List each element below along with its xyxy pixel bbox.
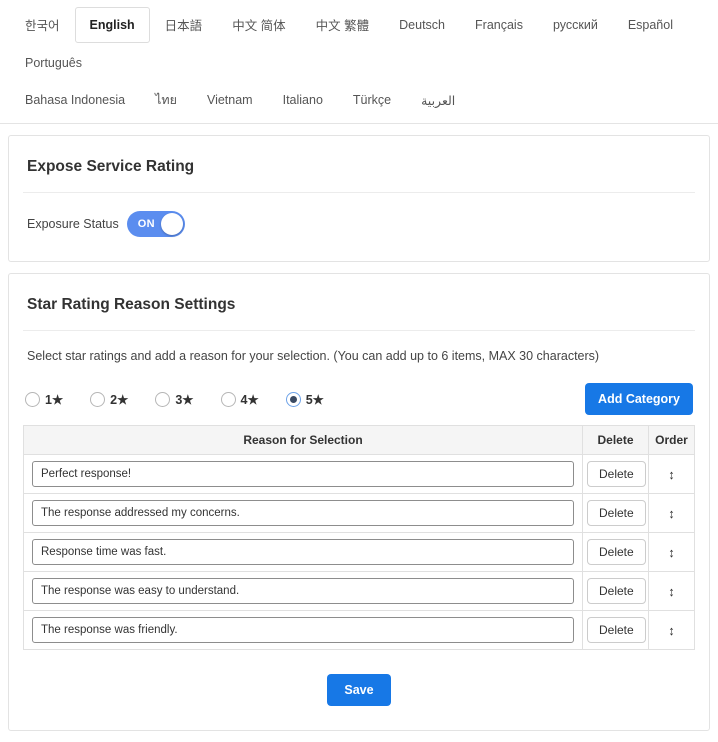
- reason-input-1[interactable]: [32, 461, 574, 487]
- delete-button-4[interactable]: Delete: [587, 578, 646, 604]
- exposure-status-toggle[interactable]: ON: [127, 211, 185, 237]
- card-divider: [23, 330, 695, 331]
- radio-circle-icon: [90, 392, 105, 407]
- radio-circle-icon: [155, 392, 170, 407]
- reason-input-3[interactable]: [32, 539, 574, 565]
- order-drag-handle-icon[interactable]: ↕: [662, 544, 681, 561]
- order-drag-handle-icon[interactable]: ↕: [662, 622, 681, 639]
- header-order: Order: [649, 426, 695, 455]
- tab-chinese-traditional[interactable]: 中文 繁體: [301, 4, 384, 45]
- table-row: Delete ↕: [24, 494, 695, 533]
- card-divider: [23, 192, 695, 193]
- delete-button-2[interactable]: Delete: [587, 500, 646, 526]
- exposure-status-row: Exposure Status ON: [27, 211, 691, 237]
- tab-turkish[interactable]: Türkçe: [338, 84, 406, 120]
- reason-input-5[interactable]: [32, 617, 574, 643]
- tab-korean[interactable]: 한국어: [10, 4, 75, 45]
- radio-5-star-label: 5★: [306, 392, 324, 407]
- table-row: Delete ↕: [24, 533, 695, 572]
- tab-italian[interactable]: Italiano: [268, 84, 338, 120]
- tab-thai[interactable]: ไทย: [140, 81, 192, 123]
- radio-3-star-label: 3★: [175, 392, 193, 407]
- reason-input-2[interactable]: [32, 500, 574, 526]
- tab-english[interactable]: English: [75, 7, 150, 43]
- table-header-row: Reason for Selection Delete Order: [24, 426, 695, 455]
- radio-1-star-label: 1★: [45, 392, 63, 407]
- save-button[interactable]: Save: [327, 674, 390, 706]
- ratings-row: 1★ 2★ 3★ 4★ 5★ Add Category: [25, 383, 693, 415]
- radio-5-star[interactable]: 5★: [286, 392, 324, 407]
- table-row: Delete ↕: [24, 572, 695, 611]
- tab-arabic[interactable]: العربية: [406, 84, 470, 121]
- toggle-knob: [161, 213, 183, 235]
- reason-settings-description: Select star ratings and add a reason for…: [27, 349, 691, 363]
- order-drag-handle-icon[interactable]: ↕: [662, 505, 681, 522]
- radio-2-star[interactable]: 2★: [90, 392, 128, 407]
- language-tabrow-1: 한국어 English 日本語 中文 简体 中文 繁體 Deutsch Fran…: [10, 4, 708, 81]
- expose-service-rating-card: Expose Service Rating Exposure Status ON: [8, 135, 710, 262]
- tab-german[interactable]: Deutsch: [384, 7, 460, 43]
- order-drag-handle-icon[interactable]: ↕: [662, 583, 681, 600]
- radio-3-star[interactable]: 3★: [155, 392, 193, 407]
- star-rating-radio-group: 1★ 2★ 3★ 4★ 5★: [25, 392, 351, 407]
- tab-portuguese[interactable]: Português: [10, 45, 97, 81]
- header-delete: Delete: [583, 426, 649, 455]
- radio-4-star-label: 4★: [241, 392, 259, 407]
- radio-2-star-label: 2★: [110, 392, 128, 407]
- delete-button-3[interactable]: Delete: [587, 539, 646, 565]
- radio-4-star[interactable]: 4★: [221, 392, 259, 407]
- language-tabbar: 한국어 English 日本語 中文 简体 中文 繁體 Deutsch Fran…: [0, 0, 718, 124]
- table-row: Delete ↕: [24, 455, 695, 494]
- expose-service-rating-title: Expose Service Rating: [27, 158, 691, 176]
- delete-button-1[interactable]: Delete: [587, 461, 646, 487]
- radio-circle-icon: [221, 392, 236, 407]
- star-rating-reason-card: Star Rating Reason Settings Select star …: [8, 273, 710, 731]
- toggle-on-label: ON: [138, 218, 155, 230]
- tab-chinese-simplified[interactable]: 中文 简体: [217, 4, 300, 45]
- save-row: Save: [23, 674, 695, 706]
- table-row: Delete ↕: [24, 611, 695, 650]
- reason-input-4[interactable]: [32, 578, 574, 604]
- tab-japanese[interactable]: 日本語: [150, 4, 218, 45]
- tab-spanish[interactable]: Español: [613, 7, 688, 43]
- order-drag-handle-icon[interactable]: ↕: [662, 466, 681, 483]
- tab-french[interactable]: Français: [460, 7, 538, 43]
- radio-circle-icon: [25, 392, 40, 407]
- radio-circle-icon: [286, 392, 301, 407]
- add-category-button[interactable]: Add Category: [585, 383, 693, 415]
- reasons-table: Reason for Selection Delete Order Delete…: [23, 425, 695, 650]
- tab-russian[interactable]: русский: [538, 7, 613, 43]
- exposure-status-label: Exposure Status: [27, 217, 119, 231]
- star-rating-reason-title: Star Rating Reason Settings: [27, 296, 691, 314]
- radio-1-star[interactable]: 1★: [25, 392, 63, 407]
- language-tabrow-2: Bahasa Indonesia ไทย Vietnam Italiano Tü…: [10, 81, 708, 123]
- header-reason-for-selection: Reason for Selection: [24, 426, 583, 455]
- tab-vietnamese[interactable]: Vietnam: [192, 84, 268, 120]
- tab-indonesian[interactable]: Bahasa Indonesia: [10, 84, 140, 120]
- delete-button-5[interactable]: Delete: [587, 617, 646, 643]
